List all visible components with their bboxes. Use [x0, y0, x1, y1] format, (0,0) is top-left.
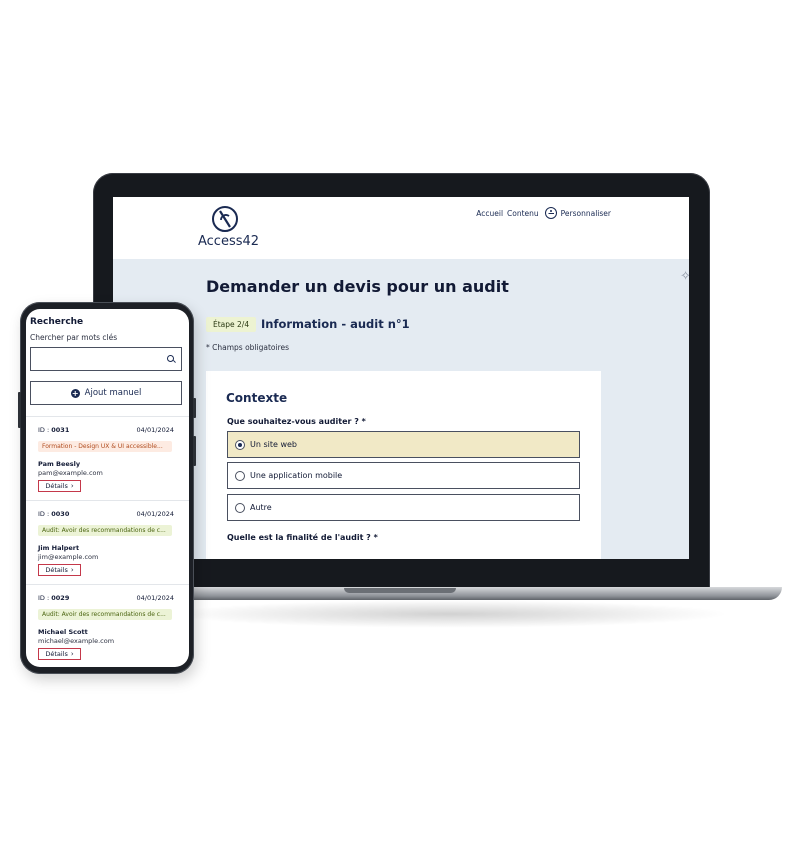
search-label: Chercher par mots clés	[30, 333, 118, 342]
chevron-right-icon: ›	[70, 566, 74, 574]
card-tag: Audit: Avoir des recommandations de c...	[38, 609, 172, 620]
logo-text[interactable]: Access42	[198, 234, 259, 249]
phone-side-button	[18, 392, 21, 428]
nav-link-contenu[interactable]: Contenu	[507, 209, 539, 218]
card-id: ID : 0030	[38, 510, 70, 518]
card-name: Michael Scott	[38, 628, 88, 636]
card-email: pam@example.com	[38, 469, 103, 477]
add-manual-button[interactable]: + Ajout manuel	[30, 381, 182, 405]
radio-button[interactable]	[235, 470, 245, 481]
card-name: Pam Beesly	[38, 460, 81, 468]
radio-button[interactable]	[235, 502, 245, 513]
radio-option-site-web[interactable]: Un site web	[227, 431, 580, 458]
accessibility-icon[interactable]	[544, 207, 557, 219]
details-button[interactable]: Détails ›	[38, 480, 81, 492]
required-note: * Champs obligatoires	[206, 343, 290, 352]
question-label: Que souhaitez-vous auditer ? *	[227, 417, 366, 426]
card-tag: Formation - Design UX & UI accessible...	[38, 441, 172, 452]
search-title: Recherche	[30, 317, 84, 327]
question-label: Quelle est la finalité de l'audit ? *	[227, 533, 378, 542]
request-card: ID : 0031 04/01/2024 Formation - Design …	[26, 417, 189, 501]
card-tag: Audit: Avoir des recommandations de c...	[38, 525, 172, 536]
search-icon[interactable]	[167, 355, 174, 362]
card-date: 04/01/2024	[136, 426, 174, 434]
request-card: ID : 0030 04/01/2024 Audit: Avoir des re…	[26, 501, 189, 585]
card-date: 04/01/2024	[136, 594, 174, 602]
option-label: Autre	[250, 503, 272, 512]
add-manual-label: Ajout manuel	[84, 388, 142, 398]
laptop-shadow	[170, 600, 730, 628]
details-button[interactable]: Détails ›	[38, 648, 81, 660]
card-name: Jim Halpert	[38, 544, 80, 552]
radio-option-autre[interactable]: Autre	[227, 494, 580, 521]
request-card: ID : 0029 04/01/2024 Audit: Avoir des re…	[26, 585, 189, 667]
nav-link-accueil[interactable]: Accueil	[476, 209, 503, 218]
card-email: jim@example.com	[38, 553, 99, 561]
step-badge: Étape 2/4	[206, 317, 257, 332]
details-button[interactable]: Détails ›	[38, 564, 81, 576]
nav-link-personnaliser[interactable]: Personnaliser	[561, 209, 611, 218]
site-header: Access42 Accueil Contenu Personnaliser	[113, 197, 689, 259]
radio-button-checked[interactable]	[235, 439, 245, 450]
card-id: ID : 0029	[38, 594, 70, 602]
chevron-right-icon: ›	[70, 482, 74, 490]
radio-option-application-mobile[interactable]: Une application mobile	[227, 462, 580, 489]
main-nav: Accueil Contenu Personnaliser	[476, 207, 611, 219]
plus-circle-icon: +	[70, 388, 80, 398]
option-label: Un site web	[250, 440, 298, 449]
search-input[interactable]	[30, 347, 182, 371]
form-card: Contexte Que souhaitez-vous auditer ? * …	[206, 371, 601, 559]
access42-logo-icon[interactable]	[211, 205, 239, 233]
phone-side-button	[193, 398, 196, 418]
chevron-right-icon: ›	[70, 650, 74, 658]
laptop-screen: Access42 Accueil Contenu Personnaliser ✧…	[113, 197, 689, 559]
phone-side-button	[193, 436, 196, 466]
card-email: michael@example.com	[38, 637, 115, 645]
phone-screen: Recherche Chercher par mots clés + Ajout…	[26, 309, 189, 667]
card-id: ID : 0031	[38, 426, 70, 434]
option-label: Une application mobile	[250, 471, 343, 480]
page-title: Demander un devis pour un audit	[206, 277, 509, 296]
laptop-notch	[344, 588, 456, 593]
step-title: Information - audit n°1	[261, 317, 410, 331]
card-date: 04/01/2024	[136, 510, 174, 518]
sparkle-icon: ✧	[680, 269, 689, 284]
section-heading: Contexte	[226, 391, 288, 405]
